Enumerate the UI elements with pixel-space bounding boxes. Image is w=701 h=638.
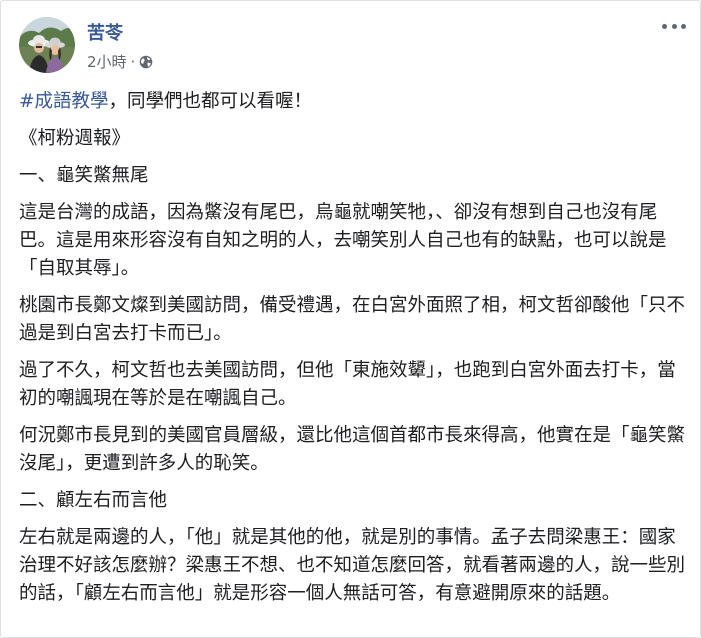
post-paragraph: 二、顧左右而言他 [19, 490, 168, 511]
post-intro: #成語教學，同學們也都可以看喔！ [19, 88, 685, 116]
globe-icon[interactable] [139, 55, 153, 69]
post-paragraph: 桃園市長鄭文燦到美國訪問，備受禮遇，在白宮外面照了相，柯文哲卻酸他「只不過是到白… [19, 295, 686, 344]
more-options-icon[interactable] [662, 19, 686, 33]
post-header: 苦苓 2小時 · [19, 17, 153, 73]
more-dot [681, 23, 686, 29]
facebook-post: 苦苓 2小時 · #成語教學，同學們也都可以看喔！ 《柯粉週報》 一、龜笑鱉無尾… [0, 0, 701, 638]
post-time[interactable]: 2小時 [87, 51, 127, 72]
separator-dot: · [130, 52, 136, 71]
post-body: #成語教學，同學們也都可以看喔！ 《柯粉週報》 一、龜笑鱉無尾 這是台灣的成語，… [19, 88, 685, 617]
profile-avatar[interactable] [19, 17, 75, 73]
post-paragraph: 過了不久，柯文哲也去美國訪問，但他「東施效顰」，也跑到白宮外面去打卡，當初的嘲諷… [19, 360, 676, 409]
post-paragraph: 何況鄭市長見到的美國官員層級，還比他這個首都市長來得高，他實在是「龜笑鱉沒尾」，… [19, 425, 686, 474]
author-name[interactable]: 苦苓 [87, 23, 153, 45]
timestamp-row: 2小時 · [87, 51, 153, 72]
post-paragraph: 《柯粉週報》 [19, 128, 131, 149]
post-paragraph: 左右就是兩邊的人，「他」就是其他的他，就是別的事情。孟子去問梁惠王：國家治理不好… [19, 527, 686, 604]
more-dot [662, 23, 667, 29]
intro-text: ，同學們也都可以看喔！ [108, 91, 313, 112]
hashtag-link[interactable]: #成語教學 [19, 91, 109, 112]
post-paragraph: 這是台灣的成語，因為鱉沒有尾巴，烏龜就嘲笑牠，、卻沒有想到自己也沒有尾巴。這是用… [19, 202, 667, 279]
post-meta: 苦苓 2小時 · [87, 17, 153, 72]
more-dot [671, 23, 677, 29]
post-paragraph: 一、龜笑鱉無尾 [19, 165, 149, 186]
